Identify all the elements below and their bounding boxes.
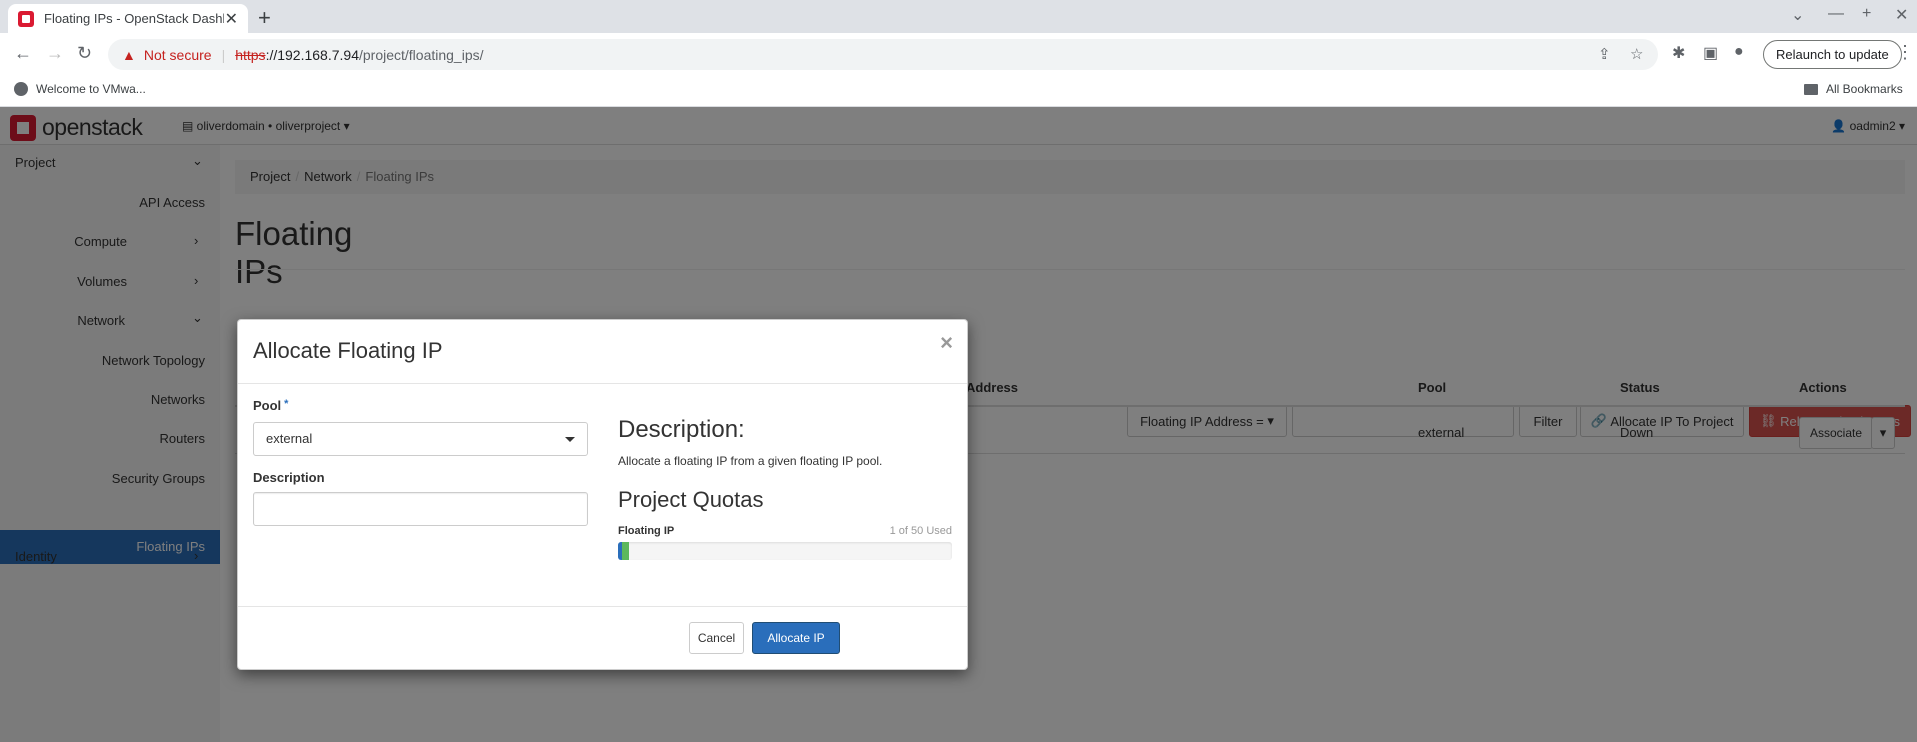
url-protocol: https [235, 46, 266, 63]
side-panel-icon[interactable]: ▣ [1703, 43, 1718, 63]
bookmark-star-icon[interactable]: ☆ [1630, 45, 1643, 63]
modal-title: Allocate Floating IP [253, 338, 443, 363]
quota-label: Floating IP [618, 525, 675, 537]
allocate-floating-ip-modal: Allocate Floating IP × Pool * external De… [237, 319, 968, 670]
all-bookmarks[interactable]: All Bookmarks [1804, 82, 1903, 96]
extensions-icon[interactable]: ✱ [1672, 43, 1685, 63]
browser-menu-icon[interactable]: ⋮ [1896, 42, 1914, 63]
address-bar: ← → ↻ ▲ Not secure | https ://192.168.7.… [0, 33, 1917, 76]
globe-icon [14, 82, 28, 96]
maximize-icon[interactable]: + [1862, 5, 1871, 23]
minimize-icon[interactable]: — [1828, 5, 1844, 23]
caret-down-icon [565, 437, 575, 442]
not-secure-label: Not secure [143, 46, 212, 63]
help-text: Allocate a floating IP from a given floa… [618, 454, 883, 468]
pool-select[interactable]: external [253, 422, 588, 456]
quota-progress-bar [618, 542, 952, 560]
modal-header: Allocate Floating IP × [238, 320, 967, 384]
close-icon[interactable]: × [940, 330, 953, 356]
tab-title: Floating IPs - OpenStack Dashb [44, 11, 224, 26]
url-input[interactable]: ▲ Not secure | https ://192.168.7.94 /pr… [108, 39, 1658, 70]
browser-tabstrip: Floating IPs - OpenStack Dashb ✕ + ⌄ — +… [0, 0, 1917, 33]
tab-search-icon[interactable]: ⌄ [1791, 5, 1804, 25]
warning-icon: ▲ [122, 46, 136, 63]
required-icon: * [284, 398, 289, 410]
profile-icon[interactable]: ● [1734, 43, 1744, 61]
bookmark-vmware[interactable]: Welcome to VMwa... [14, 82, 146, 96]
forward-icon[interactable]: → [46, 43, 64, 64]
folder-icon [1804, 83, 1818, 95]
close-window-icon[interactable]: ✕ [1895, 5, 1908, 25]
description-input[interactable] [253, 492, 588, 526]
modal-footer: Cancel Allocate IP [238, 606, 967, 669]
pool-label: Pool * [253, 398, 289, 413]
cancel-button[interactable]: Cancel [689, 622, 744, 654]
close-tab-icon[interactable]: ✕ [225, 9, 238, 29]
back-icon[interactable]: ← [14, 43, 32, 64]
help-title: Description: [618, 416, 745, 443]
quota-new-fill [622, 542, 629, 560]
quota-used: 1 of 50 Used [889, 525, 952, 537]
url-path: /project/floating_ips/ [358, 46, 484, 63]
share-icon[interactable]: ⇪ [1598, 45, 1611, 63]
allocate-ip-submit-button[interactable]: Allocate IP [752, 622, 840, 654]
relaunch-button[interactable]: Relaunch to update [1763, 40, 1902, 69]
modal-body: Pool * external Description Description: … [238, 384, 967, 606]
reload-icon[interactable]: ↻ [77, 43, 92, 64]
url-host: ://192.168.7.94 [265, 46, 359, 63]
new-tab-icon[interactable]: + [258, 5, 271, 31]
browser-tab[interactable]: Floating IPs - OpenStack Dashb ✕ [8, 4, 248, 33]
openstack-favicon-icon [18, 10, 34, 27]
description-label: Description [253, 470, 325, 485]
bookmarks-bar: Welcome to VMwa... All Bookmarks [0, 76, 1917, 107]
quota-title: Project Quotas [618, 487, 764, 512]
